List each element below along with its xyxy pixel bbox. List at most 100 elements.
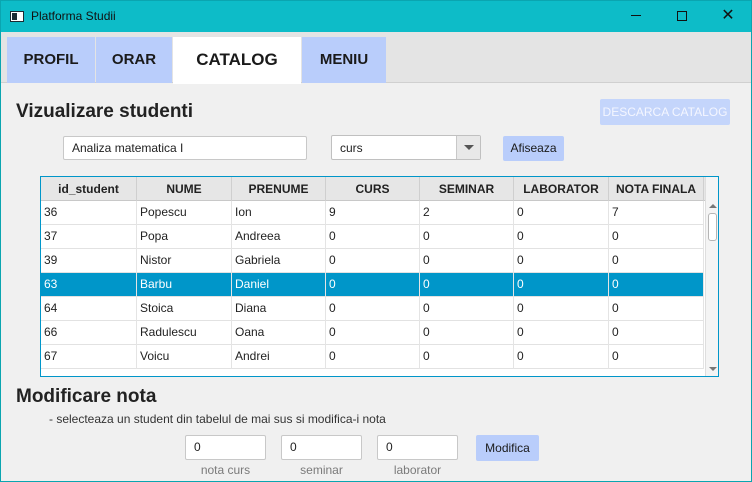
view-section-title: Vizualizare studenti xyxy=(16,101,194,122)
lab-grade-input[interactable]: 0 xyxy=(377,435,458,460)
column-header-curs[interactable]: CURS xyxy=(326,177,420,201)
course-input[interactable]: Analiza matematica I xyxy=(63,136,307,160)
course-grade-label: nota curs xyxy=(200,463,251,477)
scroll-up-icon[interactable] xyxy=(709,204,717,208)
cell-curs: 0 xyxy=(326,345,420,369)
cell-prenume: Ion xyxy=(232,201,326,225)
tab-orar[interactable]: ORAR xyxy=(96,37,172,83)
column-header-id-student[interactable]: id_student xyxy=(41,177,137,201)
cell-nota-finala: 0 xyxy=(609,273,704,297)
cell-seminar: 0 xyxy=(420,297,514,321)
cell-prenume: Andrei xyxy=(232,345,326,369)
column-header-nume[interactable]: NUME xyxy=(137,177,232,201)
cell-seminar: 0 xyxy=(420,345,514,369)
cell-seminar: 0 xyxy=(420,225,514,249)
table-row[interactable]: 66 Radulescu Oana 0 0 0 0 xyxy=(41,321,704,345)
close-button[interactable]: ✕ xyxy=(705,1,751,32)
cell-curs: 0 xyxy=(326,249,420,273)
column-header-prenume[interactable]: PRENUME xyxy=(232,177,326,201)
cell-prenume: Daniel xyxy=(232,273,326,297)
table-row[interactable]: 67 Voicu Andrei 0 0 0 0 xyxy=(41,345,704,369)
cell-seminar: 0 xyxy=(420,273,514,297)
column-header-laborator[interactable]: LABORATOR xyxy=(514,177,609,201)
tab-catalog[interactable]: CATALOG xyxy=(173,37,301,84)
minimize-icon xyxy=(631,15,641,17)
chevron-down-icon[interactable] xyxy=(456,136,480,159)
cell-nota-finala: 0 xyxy=(609,321,704,345)
table-row[interactable]: 64 Stoica Diana 0 0 0 0 xyxy=(41,297,704,321)
close-icon: ✕ xyxy=(721,7,735,24)
cell-curs: 9 xyxy=(326,201,420,225)
cell-nota-finala: 0 xyxy=(609,249,704,273)
cell-nota-finala: 0 xyxy=(609,345,704,369)
column-header-nota-finala[interactable]: NOTA FINALA xyxy=(609,177,704,201)
cell-prenume: Gabriela xyxy=(232,249,326,273)
scroll-down-icon[interactable] xyxy=(709,367,717,371)
cell-laborator: 0 xyxy=(514,273,609,297)
maximize-button[interactable] xyxy=(659,1,705,32)
cell-nume: Stoica xyxy=(137,297,232,321)
edit-section-title: Modificare nota xyxy=(16,386,157,407)
cell-id-student: 66 xyxy=(41,321,137,345)
course-grade-input[interactable]: 0 xyxy=(185,435,266,460)
download-catalog-button[interactable]: DESCARCA CATALOG xyxy=(600,99,730,125)
cell-laborator: 0 xyxy=(514,201,609,225)
cell-laborator: 0 xyxy=(514,297,609,321)
cell-prenume: Diana xyxy=(232,297,326,321)
show-button[interactable]: Afiseaza xyxy=(503,136,564,161)
cell-laborator: 0 xyxy=(514,345,609,369)
cell-nota-finala: 0 xyxy=(609,225,704,249)
cell-laborator: 0 xyxy=(514,321,609,345)
cell-nume: Popescu xyxy=(137,201,232,225)
seminar-grade-input[interactable]: 0 xyxy=(281,435,362,460)
type-select-value: curs xyxy=(340,141,363,155)
table-scrollbar[interactable] xyxy=(705,177,718,376)
title-bar: Platforma Studii ✕ xyxy=(1,1,751,32)
cell-curs: 0 xyxy=(326,321,420,345)
edit-hint: - selecteaza un student din tabelul de m… xyxy=(49,412,386,426)
cell-nume: Barbu xyxy=(137,273,232,297)
cell-seminar: 0 xyxy=(420,249,514,273)
lab-grade-label: laborator xyxy=(393,463,442,477)
tab-bar: PROFIL ORAR CATALOG MENIU xyxy=(1,32,751,84)
cell-id-student: 63 xyxy=(41,273,137,297)
minimize-button[interactable] xyxy=(613,1,659,32)
cell-curs: 0 xyxy=(326,225,420,249)
column-header-seminar[interactable]: SEMINAR xyxy=(420,177,514,201)
table-row[interactable] xyxy=(41,369,704,376)
type-select[interactable]: curs xyxy=(331,135,481,160)
scrollbar-thumb[interactable] xyxy=(708,213,717,241)
window-title: Platforma Studii xyxy=(31,9,116,23)
table-row[interactable]: 37 Popa Andreea 0 0 0 0 xyxy=(41,225,704,249)
tab-meniu[interactable]: MENIU xyxy=(302,37,386,83)
cell-nota-finala: 7 xyxy=(609,201,704,225)
table-row[interactable]: 39 Nistor Gabriela 0 0 0 0 xyxy=(41,249,704,273)
modify-button[interactable]: Modifica xyxy=(476,435,539,461)
students-table: id_student NUME PRENUME CURS SEMINAR LAB… xyxy=(40,176,719,377)
cell-seminar: 0 xyxy=(420,321,514,345)
cell-curs: 0 xyxy=(326,273,420,297)
maximize-icon xyxy=(677,10,687,21)
app-window: Platforma Studii ✕ PROFIL ORAR CATALOG M… xyxy=(0,0,752,482)
table-header: id_student NUME PRENUME CURS SEMINAR LAB… xyxy=(41,177,706,201)
cell-prenume: Oana xyxy=(232,321,326,345)
cell-nume: Nistor xyxy=(137,249,232,273)
cell-nota-finala: 0 xyxy=(609,297,704,321)
table-row-selected[interactable]: 63 Barbu Daniel 0 0 0 0 xyxy=(41,273,704,297)
cell-laborator: 0 xyxy=(514,225,609,249)
cell-nume: Voicu xyxy=(137,345,232,369)
cell-nume: Popa xyxy=(137,225,232,249)
cell-prenume: Andreea xyxy=(232,225,326,249)
app-icon xyxy=(10,11,24,22)
cell-id-student: 64 xyxy=(41,297,137,321)
cell-seminar: 2 xyxy=(420,201,514,225)
cell-id-student: 39 xyxy=(41,249,137,273)
tab-profil[interactable]: PROFIL xyxy=(7,37,95,83)
cell-id-student: 36 xyxy=(41,201,137,225)
cell-nume: Radulescu xyxy=(137,321,232,345)
seminar-grade-label: seminar xyxy=(300,463,343,477)
cell-laborator: 0 xyxy=(514,249,609,273)
cell-curs: 0 xyxy=(326,297,420,321)
cell-id-student: 67 xyxy=(41,345,137,369)
table-row[interactable]: 36 Popescu Ion 9 2 0 7 xyxy=(41,201,704,225)
